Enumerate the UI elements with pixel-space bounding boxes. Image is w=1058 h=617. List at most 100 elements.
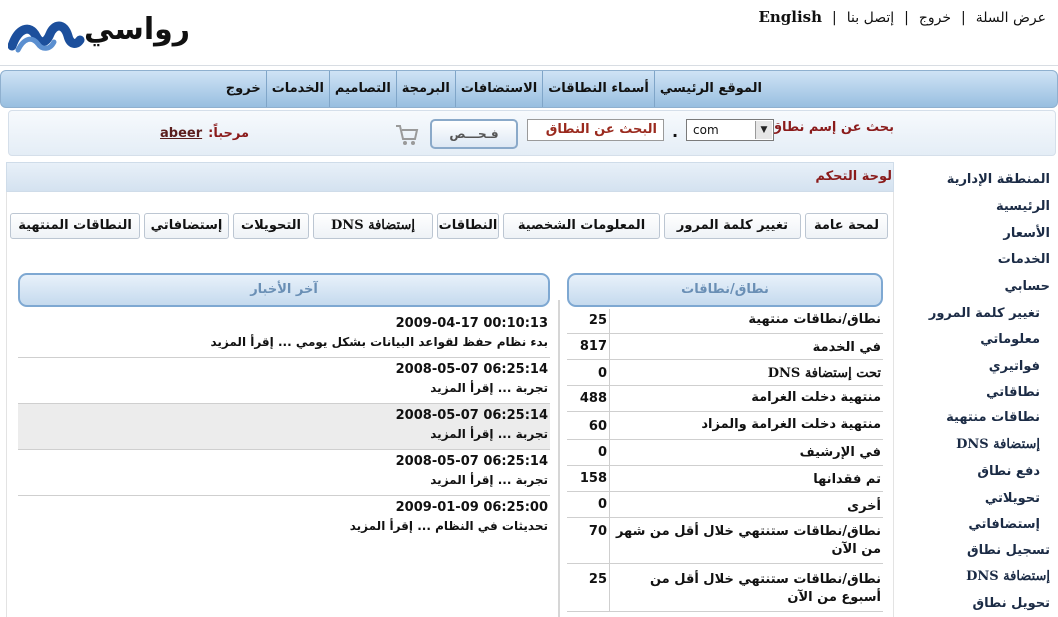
nav-logout[interactable]: خروج [221,71,266,107]
news-text: تجربة ... إقرأ المزيد [430,381,548,395]
stat-label: في الإرشيف [799,445,881,460]
main-nav: الموقع الرئيسي أسماء النطاقات الاستضافات… [0,70,1058,108]
sidebar-item-dns-hosting[interactable]: إستضافة DNS [956,437,1040,452]
sidebar-item-transfer-domain[interactable]: تحويل نطاق [973,596,1050,611]
news-item: 2008-05-07 06:25:14 تجربة ... إقرأ المزي… [18,404,550,450]
sidebar-item-my-transfers[interactable]: تحويلاتي [985,491,1040,506]
sidebar-item-my-domains[interactable]: نطاقاتي [986,385,1040,400]
sidebar-item-services[interactable]: الخدمات [998,252,1050,267]
stat-row: 25 نطاق/نطاقات ستنتهي خلال أقل من أسبوع … [567,564,883,612]
tab-personal-info[interactable]: المعلومات الشخصية [503,213,660,239]
logo-text: رواسي [84,12,191,47]
sidebar-item-my-account[interactable]: حسابي [1004,279,1050,294]
news-date: 2008-05-07 06:25:14 [395,408,548,423]
nav-designs[interactable]: التصاميم [328,71,396,107]
news-item: 2009-01-09 06:25:00 تحديثات في النظام ..… [18,496,550,542]
panel-title: لوحة التحكم [815,169,892,184]
nav-services[interactable]: الخدمات [265,71,329,107]
stat-row: 488 منتهية دخلت الغرامة [567,386,883,412]
nav-programming[interactable]: البرمجة [395,71,455,107]
read-more-link[interactable]: إقرأ المزيد [430,381,493,395]
nav-hosting[interactable]: الاستضافات [454,71,542,107]
news-summary: تجربة ... [497,381,548,395]
read-more-link[interactable]: إقرأ المزيد [430,473,493,487]
control-panel-bar [6,162,894,192]
divider [609,492,610,517]
cart-icon[interactable] [394,122,420,148]
sidebar-item-my-invoices[interactable]: فواتيري [989,359,1040,374]
chevron-down-icon[interactable]: ▼ [755,121,772,139]
nav-home[interactable]: الموقع الرئيسي [653,71,767,107]
stat-value: 25 [588,572,607,587]
news-summary: بدء نظام حفظ لقواعد البيانات بشكل يومي .… [277,335,548,349]
read-more-link[interactable]: إقرأ المزيد [210,335,273,349]
stat-row: 0 في الإرشيف [567,440,883,466]
stat-row: 817 في الخدمة [567,334,883,360]
sidebar-item-dns-hosting-main[interactable]: إستضافة DNS [966,569,1050,584]
divider [609,440,610,465]
divider [609,518,610,563]
tab-domains[interactable]: النطاقات [437,213,499,239]
news-item: 2008-05-07 06:25:14 تجربة ... إقرأ المزي… [18,358,550,404]
dot-separator: . [672,122,679,141]
stat-row: 25 نطاق/نطاقات منتهية [567,309,883,334]
news-section-header: آخر الأخبار [18,273,550,307]
stat-label: تحت إستضافة DNS [767,366,881,381]
tab-overview[interactable]: لمحة عامة [805,213,888,239]
divider [609,386,610,411]
news-text: تجربة ... إقرأ المزيد [430,473,548,487]
stat-label: منتهية دخلت الغرامة والمزاد [701,417,881,432]
stat-label: نطاق/نطاقات ستنتهي خلال أقل من أسبوع من … [649,572,881,605]
divider [609,360,610,385]
tab-expired-domains[interactable]: النطاقات المنتهية [10,213,140,239]
sidebar-item-change-password[interactable]: تغيير كلمة المرور [929,306,1040,321]
tab-transfers[interactable]: التحويلات [233,213,309,239]
contact-link[interactable]: إتصل بنا [847,10,894,26]
username-link[interactable]: abeer [160,126,202,141]
news-summary: تجربة ... [497,427,548,441]
tld-select[interactable]: com ▼ [686,119,774,141]
separator: | [832,10,837,26]
read-more-link[interactable]: إقرأ المزيد [430,427,493,441]
stat-label: منتهية دخلت الغرامة [751,390,881,405]
column-divider [558,300,560,617]
top-links: عرض السلة | خروج | إتصل بنا | English [758,8,1046,26]
sidebar-item-admin-area[interactable]: المنطقة الإدارية [947,172,1050,187]
sidebar-item-register-domain[interactable]: تسجيل نطاق [967,543,1050,558]
stat-row: 158 تم فقدانها [567,466,883,492]
check-button[interactable]: فـحـــص [430,119,518,149]
tab-my-hostings[interactable]: إستضافاتي [144,213,229,239]
english-link[interactable]: English [758,8,822,26]
news-text: تحديثات في النظام ... إقرأ المزيد [350,519,548,533]
stat-value: 0 [597,366,607,381]
stat-label: تم فقدانها [813,472,881,487]
search-label: بحث عن إسم نطاق [770,120,894,135]
tab-dns-hosting[interactable]: إستضافة DNS [313,213,433,239]
stat-value: 488 [579,391,607,406]
news-summary: تحديثات في النظام ... [417,519,548,533]
logout-link[interactable]: خروج [919,10,951,26]
sidebar: المنطقة الإدارية الرئيسية الأسعار الخدما… [897,162,1058,617]
sidebar-item-pay-domain[interactable]: دفع نطاق [977,464,1040,479]
sidebar-item-home[interactable]: الرئيسية [996,199,1050,214]
sidebar-item-prices[interactable]: الأسعار [1003,226,1050,241]
nav-domains[interactable]: أسماء النطاقات [542,71,654,107]
stat-label: في الخدمة [812,340,881,355]
tab-change-password[interactable]: تغيير كلمة المرور [664,213,801,239]
stat-value: 70 [588,524,607,539]
stat-value: 158 [579,471,607,486]
sidebar-item-my-hostings[interactable]: إستضافاتي [968,517,1040,532]
news-summary: تجربة ... [497,473,548,487]
news-date: 2008-05-07 06:25:14 [395,362,548,377]
sidebar-item-my-info[interactable]: معلوماتي [980,332,1040,347]
divider [609,466,610,491]
domain-search-input[interactable]: البحث عن النطاق [527,119,664,141]
view-cart-link[interactable]: عرض السلة [976,10,1046,26]
separator: | [961,10,966,26]
read-more-link[interactable]: إقرأ المزيد [350,519,413,533]
stat-row: 0 أخرى [567,492,883,518]
site-logo[interactable]: رواسي [7,6,190,58]
stat-label: أخرى [847,499,881,514]
news-item: 2008-05-07 06:25:14 تجربة ... إقرأ المزي… [18,450,550,496]
sidebar-item-expired-domains[interactable]: نطاقات منتهية [946,410,1040,425]
